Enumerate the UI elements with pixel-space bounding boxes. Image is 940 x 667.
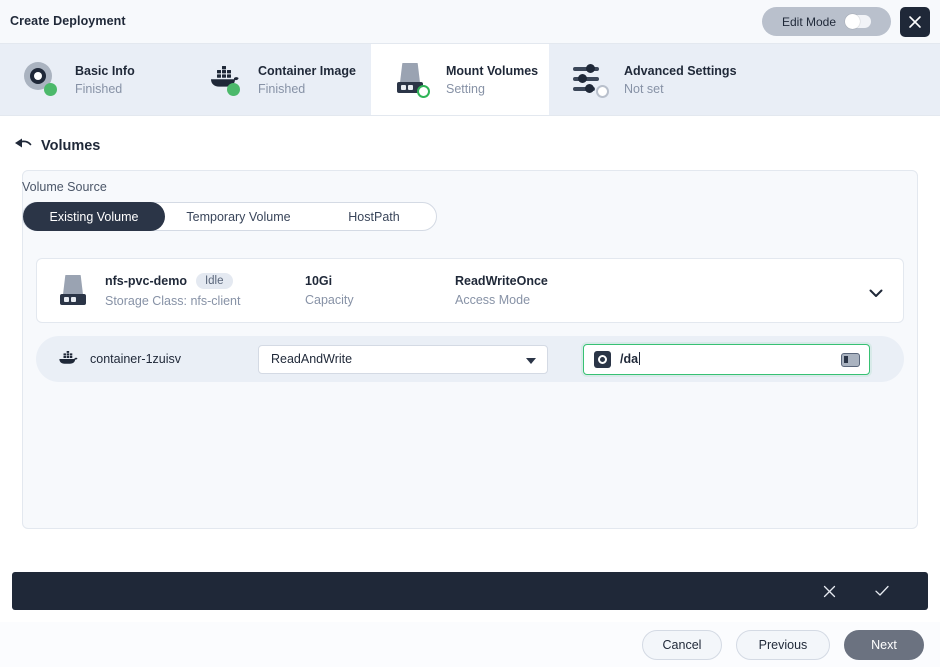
step-advanced-settings[interactable]: Advanced Settings Not set (549, 44, 940, 115)
tab-label: HostPath (348, 210, 399, 224)
step-container-image[interactable]: Container Image Finished (183, 44, 371, 115)
step-status: Finished (258, 82, 356, 96)
status-dot-finished (44, 83, 57, 96)
section-header: Volumes (14, 136, 100, 155)
volume-access-mode-label: Access Mode (455, 293, 655, 307)
mount-permission-select[interactable]: ReadAndWrite (258, 345, 548, 374)
disc-icon (22, 60, 62, 100)
step-label: Mount Volumes (446, 64, 538, 78)
volume-source-tabs: Existing Volume Temporary Volume HostPat… (22, 202, 437, 231)
container-mount-row: container-1zuisv ReadAndWrite /da (36, 336, 904, 382)
mount-path-icon (594, 351, 611, 368)
back-arrow-icon[interactable] (14, 136, 32, 155)
cancel-edit-button[interactable] (822, 584, 837, 599)
container-name: container-1zuisv (90, 352, 258, 366)
mount-permission-value: ReadAndWrite (271, 352, 352, 366)
close-window-button[interactable] (900, 7, 930, 37)
status-ring-notset (596, 85, 609, 98)
chevron-down-icon (526, 358, 536, 364)
docker-whale-icon (205, 60, 245, 100)
close-icon (822, 584, 837, 599)
edit-mode-toggle[interactable]: Edit Mode (762, 7, 891, 36)
next-button[interactable]: Next (844, 630, 924, 660)
volume-name-column: nfs-pvc-demo Idle Storage Class: nfs-cli… (105, 273, 305, 308)
volume-access-mode-value: ReadWriteOnce (455, 274, 655, 288)
volume-capacity-value: 10Gi (305, 274, 455, 288)
hard-drive-icon (55, 273, 95, 309)
step-status: Setting (446, 82, 538, 96)
status-badge: Idle (196, 273, 233, 289)
toggle-knob (845, 14, 860, 29)
status-ring-active (417, 85, 430, 98)
volume-capacity-column: 10Gi Capacity (305, 274, 455, 307)
wizard-footer: Cancel Previous Next (0, 622, 940, 667)
step-label: Container Image (258, 64, 356, 78)
check-icon (874, 584, 890, 598)
status-dot-finished (227, 83, 240, 96)
step-label: Advanced Settings (624, 64, 737, 78)
hard-drive-icon (393, 60, 433, 100)
cancel-button[interactable]: Cancel (642, 630, 722, 660)
step-status: Not set (624, 82, 737, 96)
tab-label: Existing Volume (50, 210, 139, 224)
chevron-down-icon[interactable] (869, 285, 883, 303)
step-label: Basic Info (75, 64, 135, 78)
volume-storage-class: Storage Class: nfs-client (105, 294, 305, 308)
sliders-icon (571, 60, 611, 100)
inline-action-bar (12, 572, 928, 610)
edit-mode-label: Edit Mode (782, 15, 836, 29)
tab-existing-volume[interactable]: Existing Volume (23, 202, 165, 231)
previous-button[interactable]: Previous (736, 630, 830, 660)
volume-source-label: Volume Source (22, 180, 107, 194)
volume-name: nfs-pvc-demo (105, 274, 187, 288)
step-basic-info[interactable]: Basic Info Finished (0, 44, 183, 115)
docker-whale-icon (58, 351, 78, 367)
volume-card[interactable]: nfs-pvc-demo Idle Storage Class: nfs-cli… (36, 258, 904, 323)
mount-path-value: /da (620, 352, 638, 366)
tab-label: Temporary Volume (186, 210, 290, 224)
step-mount-volumes[interactable]: Mount Volumes Setting (371, 44, 549, 115)
window-title-bar: Create Deployment Edit Mode (0, 0, 940, 44)
tab-hostpath[interactable]: HostPath (312, 202, 436, 231)
confirm-edit-button[interactable] (874, 584, 890, 598)
keyboard-icon[interactable] (841, 353, 860, 367)
text-cursor (639, 352, 640, 365)
page-title: Volumes (41, 138, 100, 154)
edit-mode-switch[interactable] (845, 15, 871, 28)
close-icon (907, 14, 923, 30)
window-title: Create Deployment (10, 14, 126, 28)
mount-path-input[interactable]: /da (583, 344, 870, 375)
volume-capacity-label: Capacity (305, 293, 455, 307)
step-status: Finished (75, 82, 135, 96)
tab-temporary-volume[interactable]: Temporary Volume (165, 202, 312, 231)
wizard-steps: Basic Info Finished Con (0, 44, 940, 116)
volume-access-mode-column: ReadWriteOnce Access Mode (455, 274, 655, 307)
